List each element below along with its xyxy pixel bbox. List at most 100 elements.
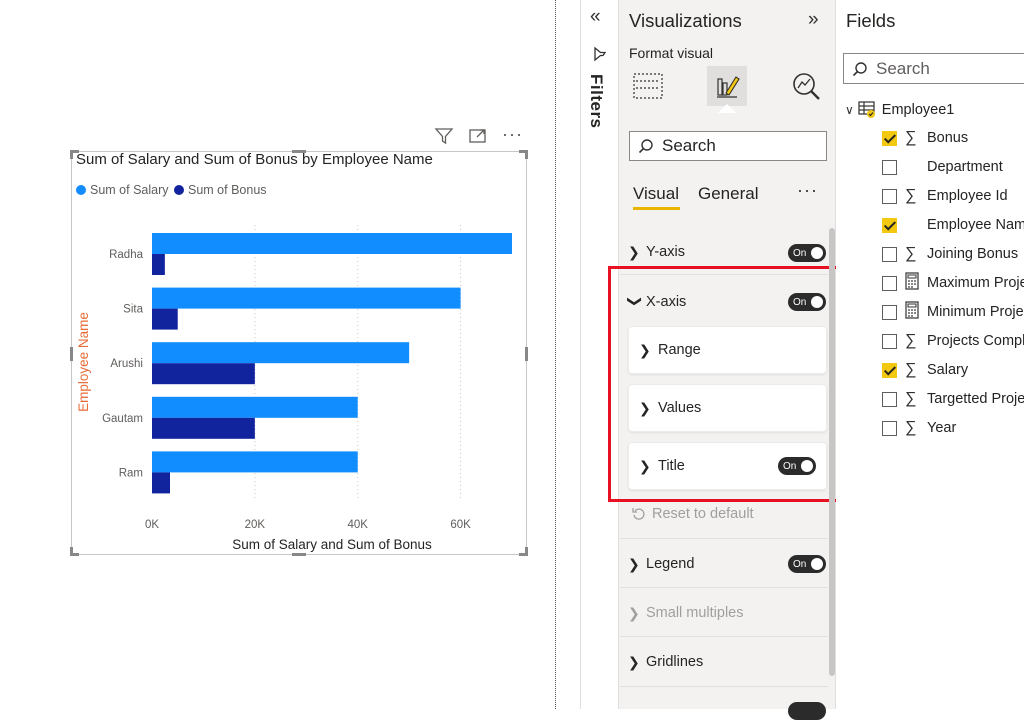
resize-handle[interactable] [70, 547, 73, 556]
field-name: Projects Compl [927, 333, 1024, 349]
resize-handle[interactable] [70, 347, 73, 361]
format-visual-label: Format visual [629, 45, 714, 61]
field-item[interactable]: Minimum Proje [882, 300, 1024, 322]
chevron-down-icon: ∨ [845, 103, 854, 117]
field-item[interactable]: Maximum Proje [882, 271, 1024, 295]
toggle-label: On [793, 558, 807, 570]
partial-toggle[interactable] [788, 702, 826, 720]
field-name: Bonus [927, 130, 969, 146]
more-options-icon[interactable]: ··· [502, 124, 523, 145]
field-item[interactable]: ∑ Bonus [882, 128, 968, 148]
table-node-employee1[interactable]: ∨ Employee1 [845, 100, 954, 120]
resize-handle[interactable] [525, 150, 528, 159]
chevron-right-icon: ❯ [628, 243, 640, 260]
field-item[interactable]: Department [882, 157, 1003, 177]
checkbox[interactable] [882, 391, 897, 407]
funnel-icon [592, 46, 608, 67]
section-small-multiples[interactable]: ❯ Small multiples [628, 599, 744, 627]
field-name: Employee Nam [927, 217, 1024, 233]
checkbox[interactable] [882, 188, 897, 204]
sigma-icon: ∑ [905, 332, 917, 349]
table-name: Employee1 [881, 102, 955, 118]
field-name: Year [927, 420, 957, 436]
focus-mode-icon[interactable] [468, 127, 488, 150]
legend-item-salary[interactable]: Sum of Salary [76, 183, 169, 197]
legend-marker [76, 185, 86, 195]
chevron-right-icon: ❯ [628, 555, 640, 572]
legend-item-bonus[interactable]: Sum of Bonus [174, 183, 267, 197]
section-label: Gridlines [646, 654, 704, 670]
field-item[interactable]: ∑ Employee Id [882, 186, 1008, 206]
more-options-icon[interactable]: ··· [797, 180, 818, 201]
field-item[interactable]: Employee Nam [882, 215, 1024, 235]
search-placeholder: Search [876, 58, 930, 78]
y-axis-toggle[interactable]: On [788, 244, 826, 262]
checkbox[interactable] [882, 333, 897, 349]
chart-title: Sum of Salary and Sum of Bonus by Employ… [76, 151, 433, 168]
sigma-icon: ∑ [905, 419, 917, 436]
resize-handle[interactable] [525, 347, 528, 361]
calculator-icon [905, 271, 927, 295]
double-chevron-right-icon[interactable]: » [808, 9, 819, 31]
tab-general[interactable]: General [698, 184, 758, 204]
search-placeholder: Search [662, 136, 716, 155]
section-gridlines[interactable]: ❯ Gridlines [628, 648, 703, 676]
filters-label[interactable]: Filters [586, 74, 606, 129]
field-name: Maximum Proje [927, 275, 1024, 291]
resize-handle[interactable] [70, 150, 73, 159]
divider [620, 538, 828, 539]
canvas-divider [555, 0, 556, 709]
field-item[interactable]: ∑ Year [882, 418, 956, 438]
analytics-magnifier-icon [793, 73, 820, 100]
format-visual-button[interactable] [707, 66, 747, 106]
field-item[interactable]: ∑ Targetted Proje [882, 389, 1024, 409]
reset-to-default-button[interactable]: Reset to default [632, 506, 754, 522]
tab-visual[interactable]: Visual [633, 184, 679, 204]
section-label: Legend [646, 556, 695, 572]
sigma-icon: ∑ [905, 129, 917, 146]
checkbox[interactable] [882, 246, 897, 262]
format-paintbrush-icon [717, 76, 740, 98]
field-name: Minimum Proje [927, 304, 1024, 320]
double-chevron-left-icon[interactable]: « [590, 6, 601, 28]
format-search-input[interactable]: Search [629, 131, 827, 161]
divider [620, 686, 828, 687]
divider [620, 636, 828, 637]
active-tab-underline [633, 207, 680, 210]
section-legend[interactable]: ❯ Legend [628, 550, 694, 578]
filter-icon[interactable] [434, 127, 454, 150]
field-item[interactable]: ∑ Joining Bonus [882, 244, 1018, 264]
highlight-annotation [608, 266, 848, 502]
legend-label: Sum of Bonus [188, 183, 267, 197]
legend-toggle[interactable]: On [788, 555, 826, 573]
chart-visual[interactable] [70, 150, 528, 556]
reset-icon [632, 508, 645, 520]
reset-label: Reset to default [652, 506, 754, 522]
sigma-icon: ∑ [905, 361, 917, 378]
search-icon [852, 61, 867, 76]
checkbox[interactable] [882, 159, 897, 175]
chevron-right-icon: ❯ [628, 653, 640, 670]
build-visual-button[interactable] [628, 66, 668, 106]
resize-handle[interactable] [525, 547, 528, 556]
field-name: Department [927, 159, 1003, 175]
search-icon [638, 139, 653, 154]
checkbox-checked[interactable] [882, 362, 897, 378]
field-item[interactable]: ∑ Projects Compl [882, 331, 1024, 351]
checkbox[interactable] [882, 275, 897, 291]
checkbox-checked[interactable] [882, 217, 897, 233]
checkbox-checked[interactable] [882, 130, 897, 146]
checkbox[interactable] [882, 420, 897, 436]
sigma-icon: ∑ [905, 390, 917, 407]
scrollbar[interactable] [829, 228, 835, 676]
build-visual-icon [633, 73, 663, 99]
fields-search-input[interactable]: Search [843, 53, 1024, 84]
section-y-axis[interactable]: ❯ Y-axis [628, 238, 685, 266]
chevron-right-icon: ❯ [628, 604, 640, 621]
fields-title: Fields [846, 10, 896, 31]
analytics-button[interactable] [786, 66, 826, 106]
checkbox[interactable] [882, 304, 897, 320]
resize-handle[interactable] [292, 553, 306, 556]
table-icon [857, 100, 879, 120]
field-item[interactable]: ∑ Salary [882, 360, 968, 380]
